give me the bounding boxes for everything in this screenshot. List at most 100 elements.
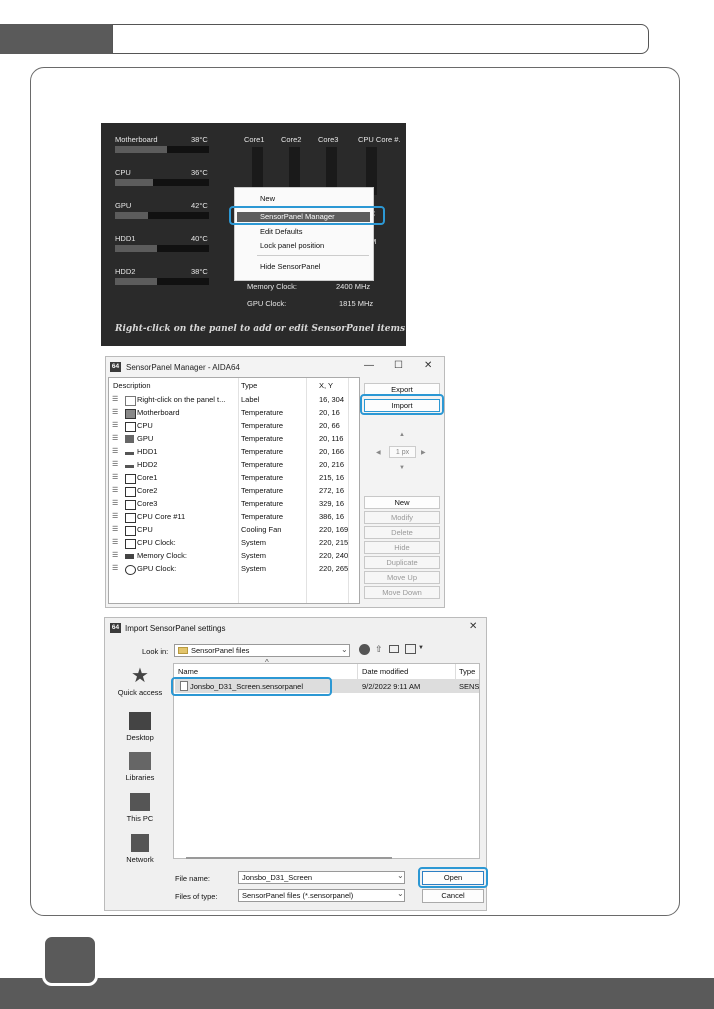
column-header-description[interactable]: Description (113, 381, 151, 390)
drag-handle-icon[interactable]: ☰ (112, 538, 118, 546)
column-header-type[interactable]: Type (241, 381, 257, 390)
close-icon[interactable]: ✕ (424, 360, 432, 371)
place-quick-access[interactable]: ★ Quick access (109, 666, 171, 697)
table-row[interactable]: ☰ HDD1 Temperature 20, 166 (109, 446, 359, 459)
drag-handle-icon[interactable]: ☰ (112, 499, 118, 507)
place-desktop[interactable]: Desktop (109, 712, 171, 742)
row-type: Temperature (241, 499, 284, 508)
drag-handle-icon[interactable]: ☰ (112, 564, 118, 572)
move-right-arrow-icon[interactable]: ▶ (421, 449, 426, 456)
horizontal-scrollbar[interactable] (186, 857, 392, 859)
table-row[interactable]: ☰ Core2 Temperature 272, 16 (109, 485, 359, 498)
column-header-date[interactable]: Date modified (362, 667, 408, 676)
drag-handle-icon[interactable]: ☰ (112, 460, 118, 468)
view-dropdown-icon[interactable]: ▼ (418, 645, 424, 651)
cpu-icon (125, 474, 136, 484)
table-row[interactable]: ☰ Memory Clock: System 220, 240 (109, 550, 359, 563)
menu-item-lock-panel[interactable]: Lock panel position (260, 241, 324, 250)
move-up-button[interactable]: Move Up (364, 571, 440, 584)
column-divider (357, 664, 358, 679)
drag-handle-icon[interactable]: ☰ (112, 512, 118, 520)
cancel-button[interactable]: Cancel (422, 889, 484, 903)
hide-button[interactable]: Hide (364, 541, 440, 554)
chevron-down-icon[interactable]: ⌄ (397, 871, 404, 880)
minimize-icon[interactable]: — (364, 360, 374, 371)
modify-button[interactable]: Modify (364, 511, 440, 524)
file-list[interactable]: ^ Name Date modified Type Jonsbo_D31_Scr… (171, 658, 480, 859)
menu-item-edit-defaults[interactable]: Edit Defaults (260, 227, 303, 236)
row-description: Core1 (137, 473, 158, 482)
duplicate-button[interactable]: Duplicate (364, 556, 440, 569)
file-type-select[interactable]: SensorPanel files (*.sensorpanel) (238, 889, 405, 902)
row-description: Motherboard (137, 408, 180, 417)
close-icon[interactable]: ✕ (469, 621, 477, 632)
memory-icon (125, 554, 134, 559)
new-button[interactable]: New (364, 496, 440, 509)
look-in-dropdown[interactable]: SensorPanel files (174, 644, 350, 657)
column-header-xy[interactable]: X, Y (319, 381, 333, 390)
row-xy: 220, 240 (319, 551, 349, 560)
sensor-item-list[interactable]: Description Type X, Y ☰ Right-click on th… (108, 377, 360, 604)
back-icon[interactable] (359, 644, 370, 655)
drag-handle-icon[interactable]: ☰ (112, 447, 118, 455)
drag-handle-icon[interactable]: ☰ (112, 525, 118, 533)
row-description: Core2 (137, 486, 158, 495)
sensor-panel[interactable]: Motherboard 38°C CPU 36°C GPU 42°C HDD1 40°C HDD… (101, 123, 406, 346)
new-folder-icon[interactable] (389, 645, 399, 653)
row-type: Cooling Fan (241, 525, 282, 534)
up-folder-icon[interactable]: ⇧ (375, 644, 383, 655)
drag-handle-icon[interactable]: ☰ (112, 473, 118, 481)
column-divider (455, 664, 456, 679)
view-menu-icon[interactable] (405, 644, 416, 654)
table-row[interactable]: ☰ CPU Core #11 Temperature 386, 16 (109, 511, 359, 524)
place-label: Quick access (117, 688, 163, 697)
import-dialog: 64 Import SensorPanel settings ✕ Look in… (104, 617, 488, 911)
row-type: Temperature (241, 473, 284, 482)
place-network[interactable]: Network (109, 834, 171, 864)
table-row[interactable]: ☰ CPU Clock: System 220, 215 (109, 537, 359, 550)
chevron-down-icon[interactable]: ⌄ (341, 645, 348, 654)
place-label: Desktop (126, 733, 154, 742)
row-description: CPU (137, 421, 153, 430)
table-row[interactable]: ☰ CPU Temperature 20, 66 (109, 420, 359, 433)
sensor-label: HDD2 (115, 267, 136, 276)
table-row[interactable]: ☰ Core3 Temperature 329, 16 (109, 498, 359, 511)
drag-handle-icon[interactable]: ☰ (112, 408, 118, 416)
memory-clock-value: 2400 MHz (336, 282, 371, 291)
row-type: Temperature (241, 421, 284, 430)
menu-item-hide-sensorpanel[interactable]: Hide SensorPanel (260, 262, 320, 271)
menu-item-new[interactable]: New (260, 194, 275, 203)
drag-handle-icon[interactable]: ☰ (112, 551, 118, 559)
row-description: GPU Clock: (137, 564, 177, 573)
column-header-type[interactable]: Type (459, 667, 475, 676)
move-up-arrow-icon[interactable]: ▲ (399, 432, 405, 438)
delete-button[interactable]: Delete (364, 526, 440, 539)
table-row[interactable]: ☰ Motherboard Temperature 20, 16 (109, 407, 359, 420)
table-row[interactable]: ☰ Core1 Temperature 215, 16 (109, 472, 359, 485)
move-down-arrow-icon[interactable]: ▼ (399, 465, 405, 471)
highlight-outline (418, 867, 488, 888)
computer-icon (130, 793, 150, 811)
move-left-arrow-icon[interactable]: ◀ (376, 449, 381, 456)
chevron-down-icon[interactable]: ⌄ (397, 889, 404, 898)
table-row[interactable]: ☰ HDD2 Temperature 20, 216 (109, 459, 359, 472)
table-row[interactable]: ☰ GPU Clock: System 220, 265 (109, 563, 359, 576)
file-name-input[interactable]: Jonsbo_D31_Screen (238, 871, 405, 884)
maximize-icon[interactable]: ☐ (394, 360, 403, 371)
move-down-button[interactable]: Move Down (364, 586, 440, 599)
step-size-field[interactable]: 1 px (389, 446, 416, 458)
table-row[interactable]: ☰ GPU Temperature 20, 116 (109, 433, 359, 446)
drag-handle-icon[interactable]: ☰ (112, 421, 118, 429)
header-tab (0, 24, 112, 54)
row-xy: 215, 16 (319, 473, 345, 482)
row-xy: 20, 66 (319, 421, 340, 430)
drag-handle-icon[interactable]: ☰ (112, 434, 118, 442)
drag-handle-icon[interactable]: ☰ (112, 486, 118, 494)
table-row[interactable]: ☰ CPU Cooling Fan 220, 169 (109, 524, 359, 537)
column-header-name[interactable]: Name (178, 667, 198, 676)
table-row[interactable]: ☰ Right-click on the panel t... Label 16, 3… (109, 394, 359, 407)
place-libraries[interactable]: Libraries (109, 752, 171, 782)
drag-handle-icon[interactable]: ☰ (112, 395, 118, 403)
place-this-pc[interactable]: This PC (109, 793, 171, 823)
sensor-bar-fill (115, 278, 158, 285)
